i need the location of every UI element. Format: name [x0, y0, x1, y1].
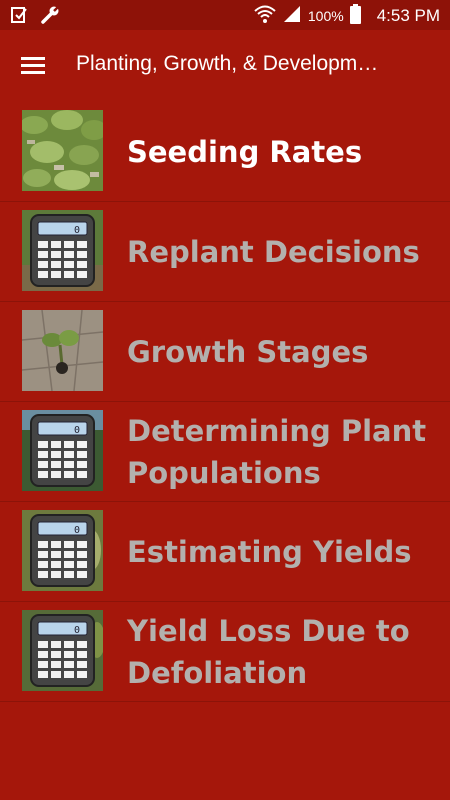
list-item-estimating-yields[interactable]: Estimating Yields — [0, 502, 450, 602]
list-item-yield-loss-due-to-defoliation[interactable]: Yield Loss Due to Defoliation — [0, 602, 450, 702]
wifi-icon — [254, 4, 276, 28]
status-bar: 100% 4:53 PM — [0, 0, 450, 30]
battery-icon — [349, 4, 361, 28]
list-item-label: Growth Stages — [127, 335, 369, 369]
topic-list: Seeding Rates Replant Decisions Growth S… — [0, 102, 450, 702]
seedling-photo — [22, 310, 103, 391]
list-item-label: Yield Loss Due to Defoliation — [127, 614, 410, 690]
app-bar: Planting, Growth, & Developm… — [0, 30, 450, 102]
list-item-label: Estimating Yields — [127, 535, 412, 569]
calculator-icon — [22, 210, 103, 291]
list-item-determining-plant-populations[interactable]: Determining Plant Populations — [0, 402, 450, 502]
signal-icon — [282, 4, 302, 28]
battery-percent: 100% — [307, 8, 344, 24]
list-item-replant-decisions[interactable]: Replant Decisions — [0, 202, 450, 302]
soybean-field-photo — [22, 110, 103, 191]
list-item-label: Replant Decisions — [127, 235, 420, 269]
list-item-growth-stages[interactable]: Growth Stages — [0, 302, 450, 402]
clock: 4:53 PM — [376, 6, 440, 25]
list-item-label: Determining Plant Populations — [127, 414, 427, 490]
wrench-icon — [40, 5, 60, 29]
page-title: Planting, Growth, & Developm… — [76, 52, 379, 75]
calculator-icon — [22, 510, 103, 591]
hamburger-menu-icon[interactable] — [18, 51, 48, 81]
calculator-icon — [22, 410, 103, 491]
notification-icon — [10, 6, 28, 28]
calculator-icon — [22, 610, 103, 691]
list-item-seeding-rates[interactable]: Seeding Rates — [0, 102, 450, 202]
list-item-label: Seeding Rates — [127, 135, 363, 169]
